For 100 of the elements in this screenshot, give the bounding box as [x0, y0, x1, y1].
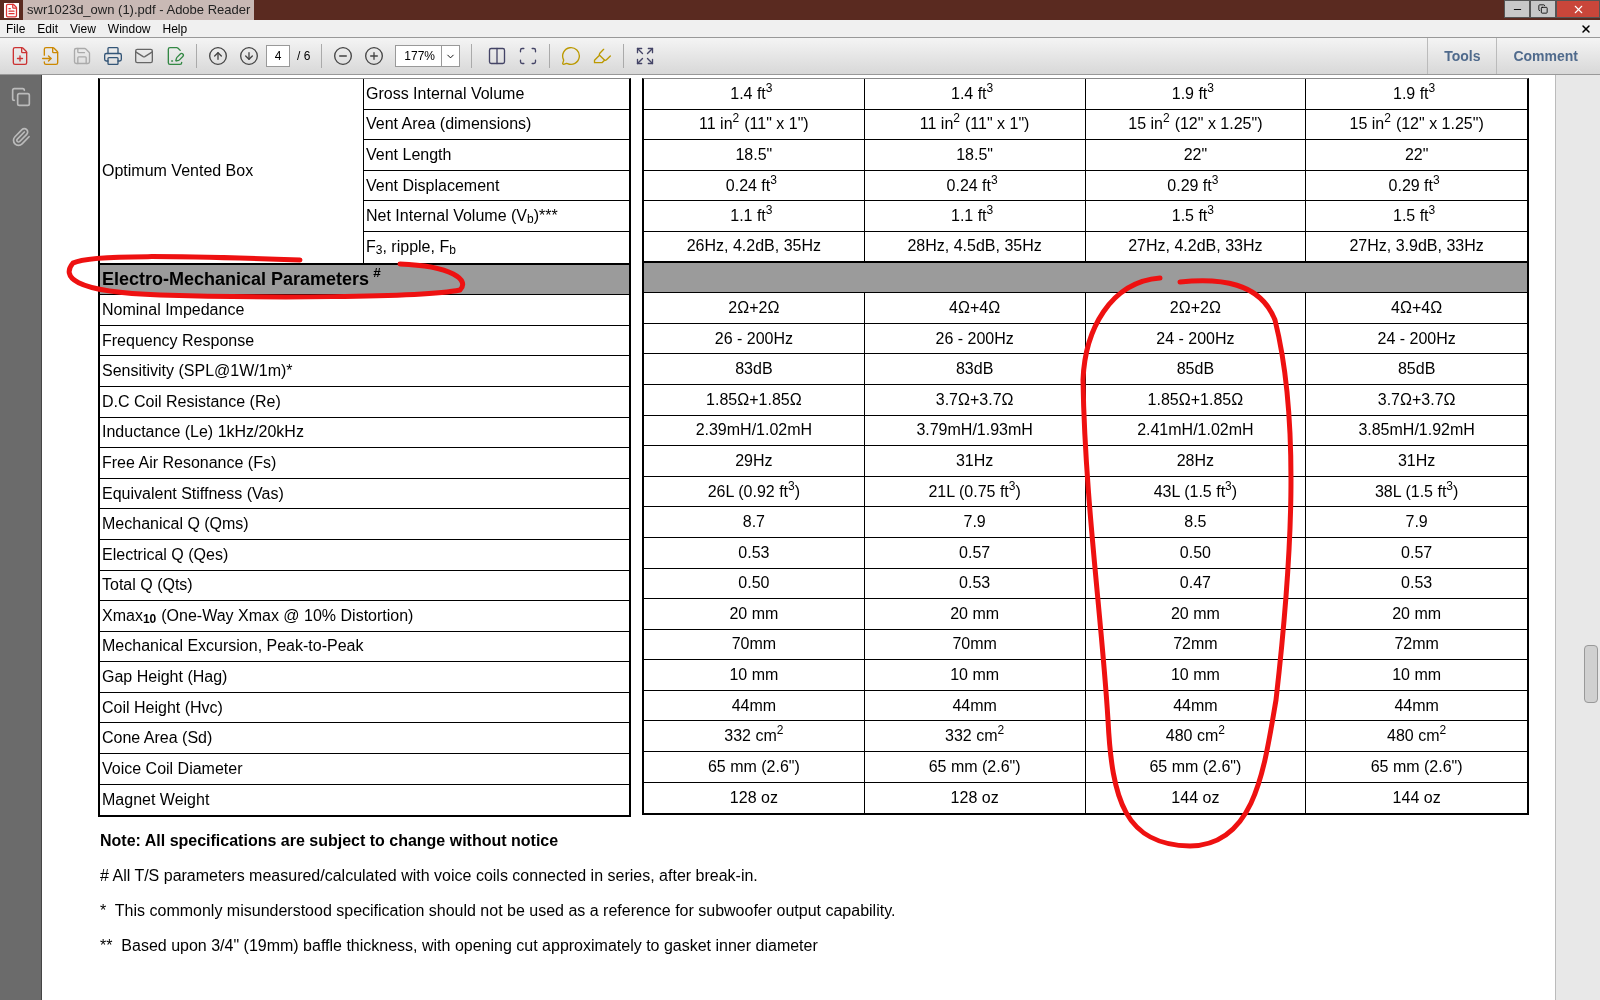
table-cell-text: 3.85mH/1.92mH [1357, 420, 1476, 441]
table-cell: Gap Height (Hag) [100, 662, 629, 693]
menu-item[interactable]: View [64, 19, 102, 38]
table-cell: 26 - 200Hz [864, 323, 1086, 354]
pdf-file-icon [4, 2, 19, 18]
table-cell: Total Q (Qts) [100, 570, 629, 602]
table-cell: 44mm [644, 690, 865, 721]
table-cell: 83dB [644, 354, 865, 384]
table-cell: Inductance (Le) 1kHz/20kHz [100, 417, 629, 449]
table-cell: 0.24 ft$^{3}$ [644, 170, 865, 201]
table-cell: Gross Internal Volume [364, 79, 629, 110]
table-cell-text: 72mm [1393, 634, 1440, 655]
table-cell: 28Hz [1085, 446, 1307, 476]
table-cell: 18.5" [864, 140, 1086, 170]
table-cell: 3.79mH/1.93mH [864, 415, 1086, 446]
table-cell-text: 4Ω+4Ω [1390, 297, 1444, 318]
table-cell: 26L (0.92 ft$^{3}$) [644, 476, 865, 507]
close-document-button[interactable] [1580, 22, 1592, 35]
table-cell: 26Hz, 4.2dB, 35Hz [644, 231, 865, 261]
page-count: / 6 [297, 48, 311, 65]
table-cell-text: 1.5 ft$^{3}$ [1392, 202, 1437, 227]
footnote: * This commonly misunderstood specification should not be used as a reference for subwoofer output capability. [100, 901, 897, 922]
table-cell: Voice Coil Diameter [100, 754, 629, 785]
pages-icon[interactable] [10, 87, 31, 107]
table-cell-text: 27Hz, 3.9dB, 33Hz [1348, 236, 1485, 257]
table-cell: 2Ω+2Ω [644, 293, 865, 323]
table-cell: 28Hz, 4.5dB, 35Hz [864, 231, 1086, 261]
table-cell: 1.5 ft$^{3}$ [1085, 201, 1307, 231]
table-cell: 21L (0.75 ft$^{3}$) [864, 476, 1086, 507]
pane-tab[interactable]: Tools [1427, 38, 1497, 74]
table-cell-text: 3.7Ω+3.7Ω [1376, 389, 1457, 410]
table-cell: 0.57 [864, 537, 1086, 568]
table-cell: 1.4 ft$^{3}$ [644, 79, 865, 109]
table-cell: 1.85Ω+1.85Ω [1085, 384, 1307, 415]
table-cell: Electrical Q (Qes) [100, 539, 629, 571]
table-cell: 2.41mH/1.02mH [1085, 415, 1307, 446]
table-cell: 0.24 ft$^{3}$ [864, 170, 1086, 201]
table-cell: Xmax$_{10}$ (One-Way Xmax @ 10% Distortion) [100, 601, 629, 632]
table-cell: 44mm [864, 690, 1086, 721]
table-cell: 85dB [1085, 354, 1307, 384]
table-cell: Mechanical Q (Qms) [100, 509, 629, 540]
table-cell: 24 - 200Hz [1085, 323, 1307, 354]
scroll-thumb[interactable] [1584, 645, 1598, 703]
table-cell: Vent Area (dimensions) [364, 109, 629, 141]
table-cell: 70mm [864, 629, 1086, 660]
table-cell-text: 1.9 ft$^{3}$ [1392, 79, 1437, 104]
table-cell: 480 cm$^{2}$ [1085, 721, 1307, 752]
table-cell: 65 mm (2.6") [1085, 752, 1307, 782]
table-cell: Mechanical Excursion, Peak-to-Peak [100, 631, 629, 663]
table-cell: 10 mm [864, 660, 1086, 690]
table-cell: Sensitivity (SPL@1W/1m)* [100, 356, 629, 387]
table-cell: 29Hz [644, 446, 865, 476]
table-cell-text: 38L (1.5 ft$^{3}$) [1373, 477, 1460, 502]
table-cell: 3.7Ω+3.7Ω [864, 384, 1086, 415]
table-cell-text: 31Hz [1396, 450, 1437, 471]
table-cell: 31Hz [864, 446, 1086, 476]
minimize-button[interactable] [1504, 0, 1530, 18]
table-cell: Optimum Vented Box [100, 79, 364, 263]
table-cell: 0.53 [864, 568, 1086, 599]
restore-icon [1538, 4, 1548, 14]
table-cell: 10 mm [1085, 660, 1307, 690]
table-cell-text: 15 in$^{2}$ (12" x 1.25") [1348, 110, 1485, 135]
table-cell-text: 7.9 [1404, 512, 1429, 533]
table-cell: 70mm [644, 629, 865, 660]
table-cell: 2.39mH/1.02mH [644, 415, 865, 446]
table-cell: 1.9 ft$^{3}$ [1085, 79, 1307, 109]
table-cell: 1.1 ft$^{3}$ [864, 201, 1086, 231]
table-cell: 11 in$^{2}$ (11" x 1") [644, 109, 865, 140]
menu-item[interactable]: Window [101, 19, 157, 38]
table-cell-text: 0.53 [1400, 573, 1434, 594]
menu-item[interactable]: Help [156, 19, 194, 38]
table-cell-text: 10 mm [1391, 665, 1443, 686]
menu-item[interactable]: File [0, 19, 32, 38]
table-cell: 65 mm (2.6") [864, 752, 1086, 782]
table-cell: Frequency Response [100, 325, 629, 357]
table-cell-text: 85dB [1396, 359, 1437, 380]
table-cell: Equivalent Stiffness (Vas) [100, 478, 629, 510]
zoom-dropdown[interactable]: 177% [395, 45, 461, 67]
page-number-field[interactable]: 4 [266, 45, 290, 67]
restore-button[interactable] [1530, 0, 1556, 18]
table-cell: 0.29 ft$^{3}$ [1085, 170, 1307, 201]
table-cell: 332 cm$^{2}$ [644, 721, 865, 752]
table-cell: 26 - 200Hz [644, 323, 865, 354]
close-button[interactable] [1556, 0, 1600, 18]
table-cell-text: Magnet Weight [101, 789, 211, 810]
table-cell: 0.50 [644, 568, 865, 599]
table-cell-text: 65 mm (2.6") [1369, 756, 1464, 777]
table-cell: Net Internal Volume (V$_{b}$)*** [364, 201, 629, 232]
attachment-icon[interactable] [10, 127, 31, 147]
table-cell: 2Ω+2Ω [1085, 293, 1307, 323]
table-cell: 11 in$^{2}$ (11" x 1") [864, 109, 1086, 140]
footnote: Note: All specifications are subject to change without notice [100, 831, 560, 852]
table-cell: 65 mm (2.6") [644, 752, 865, 782]
pane-tab[interactable]: Comment [1496, 38, 1594, 74]
table-cell: 27Hz, 4.2dB, 33Hz [1085, 231, 1307, 261]
menu-item[interactable]: Edit [31, 19, 65, 38]
table-cell: 1.85Ω+1.85Ω [644, 384, 865, 415]
table-cell: D.C Coil Resistance (Re) [100, 386, 629, 418]
table-cell: 22" [1085, 140, 1307, 170]
table-cell-text: 44mm [1393, 695, 1440, 716]
